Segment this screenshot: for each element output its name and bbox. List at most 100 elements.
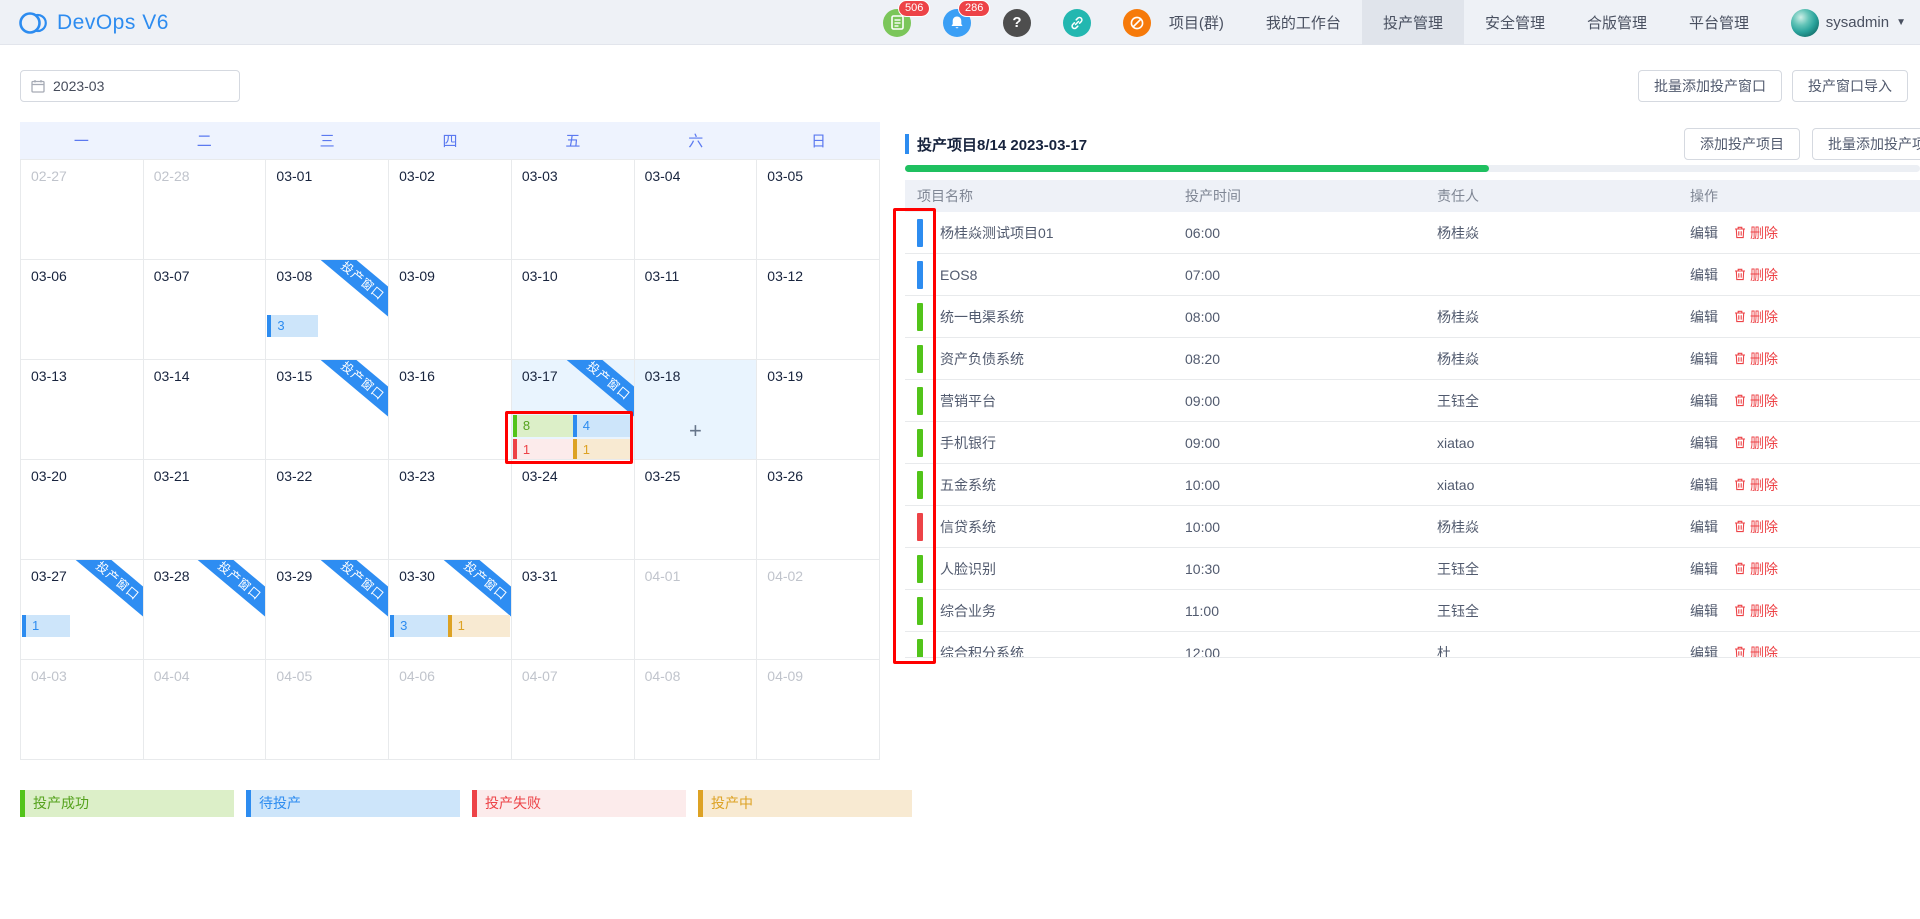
nav-item[interactable]: 项目(群) <box>1148 0 1245 45</box>
delete-link[interactable]: 删除 <box>1734 475 1778 495</box>
edit-link[interactable]: 编辑 <box>1690 475 1718 495</box>
edit-link[interactable]: 编辑 <box>1690 433 1718 453</box>
calendar-cell[interactable]: 03-24 <box>512 460 635 560</box>
nav-item[interactable]: 安全管理 <box>1464 0 1566 45</box>
ban-icon[interactable] <box>1123 9 1151 37</box>
calendar-cell[interactable]: 03-02 <box>389 160 512 260</box>
calendar-cell[interactable]: 03-21 <box>144 460 267 560</box>
edit-link[interactable]: 编辑 <box>1690 643 1718 659</box>
calendar-cell[interactable]: 04-05 <box>266 660 389 760</box>
calendar-cell[interactable]: 03-19 <box>757 360 880 460</box>
calendar-cell[interactable]: 03-20 <box>21 460 144 560</box>
calendar-cell[interactable]: 03-10 <box>512 260 635 360</box>
calendar-cell[interactable]: 03-09 <box>389 260 512 360</box>
weekday-label: 二 <box>143 122 266 159</box>
count-bar-running[interactable]: 1 <box>448 615 510 637</box>
calendar-cell[interactable]: 04-01 <box>635 560 758 660</box>
delete-link[interactable]: 删除 <box>1734 559 1778 579</box>
calendar-cell[interactable]: 03-17投产窗口8411 <box>512 360 635 460</box>
calendar-cell[interactable]: 03-13 <box>21 360 144 460</box>
nav-item[interactable]: 投产管理 <box>1362 0 1464 45</box>
row-name: 资产负债系统 <box>940 349 1185 369</box>
count-bar-pending[interactable]: 3 <box>390 615 447 637</box>
row-owner: 杨桂焱 <box>1437 517 1690 537</box>
calendar-cell[interactable]: 04-03 <box>21 660 144 760</box>
calendar-cell[interactable]: 03-06 <box>21 260 144 360</box>
delete-link[interactable]: 删除 <box>1734 601 1778 621</box>
calendar-cell[interactable]: 03-12 <box>757 260 880 360</box>
calendar-cell[interactable]: 02-27 <box>21 160 144 260</box>
count-bar-running[interactable]: 1 <box>573 439 633 460</box>
count-bar-pending[interactable]: 4 <box>573 415 633 437</box>
edit-link[interactable]: 编辑 <box>1690 307 1718 327</box>
calendar-cell[interactable]: 02-28 <box>144 160 267 260</box>
batch-add-window-button[interactable]: 批量添加投产窗口 <box>1638 70 1782 102</box>
cell-date: 03-08 <box>276 268 312 284</box>
add-project-button[interactable]: 添加投产项目 <box>1684 128 1800 160</box>
nav-item[interactable]: 我的工作台 <box>1245 0 1362 45</box>
count-bar-pending[interactable]: 3 <box>267 315 317 337</box>
delete-link[interactable]: 删除 <box>1734 265 1778 285</box>
calendar-cell[interactable]: 03-11 <box>635 260 758 360</box>
calendar-cell[interactable]: 03-14 <box>144 360 267 460</box>
calendar-cell[interactable]: 03-04 <box>635 160 758 260</box>
calendar-cell[interactable]: 03-16 <box>389 360 512 460</box>
delete-link[interactable]: 删除 <box>1734 391 1778 411</box>
bell-icon[interactable]: 286 <box>943 9 971 37</box>
cell-date: 03-29 <box>276 568 312 584</box>
delete-link[interactable]: 删除 <box>1734 307 1778 327</box>
batch-add-project-button[interactable]: 批量添加投产项目 <box>1812 128 1920 160</box>
calendar-cell[interactable]: 03-28投产窗口 <box>144 560 267 660</box>
count-bar-pending[interactable]: 1 <box>22 615 70 637</box>
calendar-cell[interactable]: 03-26 <box>757 460 880 560</box>
window-import-button[interactable]: 投产窗口导入 <box>1792 70 1908 102</box>
count-bar-success[interactable]: 8 <box>513 415 573 437</box>
edit-link[interactable]: 编辑 <box>1690 349 1718 369</box>
calendar-cell[interactable]: 04-04 <box>144 660 267 760</box>
calendar-cell[interactable]: 03-03 <box>512 160 635 260</box>
nav-item[interactable]: 合版管理 <box>1566 0 1668 45</box>
edit-link[interactable]: 编辑 <box>1690 517 1718 537</box>
calendar-cell[interactable]: 03-22 <box>266 460 389 560</box>
add-plus-icon[interactable]: + <box>635 418 757 444</box>
calendar-cell[interactable]: 03-30投产窗口31 <box>389 560 512 660</box>
header-icon-group: 506 286 ? <box>883 0 1151 45</box>
edit-link[interactable]: 编辑 <box>1690 601 1718 621</box>
calendar-cell[interactable]: 03-29投产窗口 <box>266 560 389 660</box>
calendar-cell[interactable]: 03-08投产窗口3 <box>266 260 389 360</box>
edit-link[interactable]: 编辑 <box>1690 559 1718 579</box>
count-bar-failed[interactable]: 1 <box>513 439 573 460</box>
calendar-cell[interactable]: 03-31 <box>512 560 635 660</box>
cell-date: 03-19 <box>767 368 803 384</box>
link-icon[interactable] <box>1063 9 1091 37</box>
calendar-cell[interactable]: 03-23 <box>389 460 512 560</box>
calendar-cell[interactable]: 04-08 <box>635 660 758 760</box>
calendar-cell[interactable]: 03-15投产窗口 <box>266 360 389 460</box>
calendar-cell[interactable]: 04-02 <box>757 560 880 660</box>
calendar-cell[interactable]: 03-05 <box>757 160 880 260</box>
delete-link[interactable]: 删除 <box>1734 643 1778 659</box>
edit-link[interactable]: 编辑 <box>1690 265 1718 285</box>
calendar-cell[interactable]: 04-07 <box>512 660 635 760</box>
calendar-cell[interactable]: 04-09 <box>757 660 880 760</box>
calendar-cell[interactable]: 03-25 <box>635 460 758 560</box>
calendar-cell[interactable]: 03-07 <box>144 260 267 360</box>
delete-link[interactable]: 删除 <box>1734 349 1778 369</box>
calendar-cell[interactable]: 03-18+ <box>635 360 758 460</box>
user-menu[interactable]: sysadmin ▼ <box>1791 0 1906 45</box>
question-icon[interactable]: ? <box>1003 9 1031 37</box>
row-status-bar-success <box>917 555 923 583</box>
document-icon[interactable]: 506 <box>883 9 911 37</box>
calendar-cell[interactable]: 03-27投产窗口1 <box>21 560 144 660</box>
table-row: 手机银行09:00xiatao编辑删除 <box>905 422 1920 464</box>
edit-link[interactable]: 编辑 <box>1690 223 1718 243</box>
delete-link[interactable]: 删除 <box>1734 517 1778 537</box>
legend-item-failed: 投产失败 <box>472 790 686 817</box>
month-picker[interactable]: 2023-03 <box>20 70 240 102</box>
delete-link[interactable]: 删除 <box>1734 433 1778 453</box>
nav-item[interactable]: 平台管理 <box>1668 0 1770 45</box>
calendar-cell[interactable]: 03-01 <box>266 160 389 260</box>
delete-link[interactable]: 删除 <box>1734 223 1778 243</box>
calendar-cell[interactable]: 04-06 <box>389 660 512 760</box>
edit-link[interactable]: 编辑 <box>1690 391 1718 411</box>
